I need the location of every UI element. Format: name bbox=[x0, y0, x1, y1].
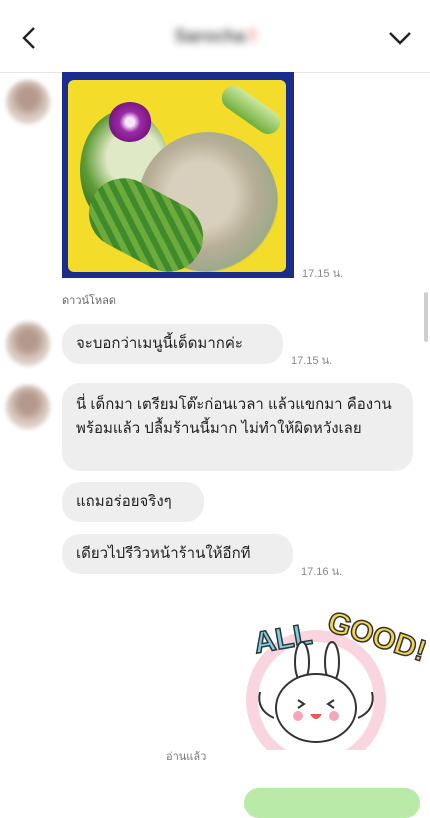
lime-slice bbox=[217, 81, 285, 139]
avatar[interactable] bbox=[6, 385, 50, 429]
chat-title: Sarocha! bbox=[0, 26, 430, 47]
own-message-bubble[interactable] bbox=[244, 788, 420, 818]
all-good-sticker[interactable]: ALL GOOD! bbox=[236, 600, 426, 750]
scrollbar[interactable] bbox=[424, 292, 428, 342]
orchid-flower bbox=[108, 102, 152, 142]
download-link[interactable]: ดาวน์โหลด bbox=[62, 291, 116, 309]
message-text: จะบอกว่าเมนูนี้เด็ดมากค่ะ bbox=[76, 335, 243, 352]
read-receipt: อ่านแล้ว bbox=[166, 751, 207, 763]
chevron-down-icon bbox=[389, 32, 411, 45]
message-text: แถมอร่อยจริงๆ bbox=[76, 493, 172, 510]
avatar[interactable] bbox=[6, 80, 50, 124]
message-bubble[interactable]: จะบอกว่าเมนูนี้เด็ดมากค่ะ bbox=[62, 324, 283, 364]
message-timestamp: 17.15 น. bbox=[291, 355, 333, 367]
contact-name: Sarocha bbox=[174, 26, 246, 46]
chat-header: Sarocha! bbox=[0, 0, 430, 73]
contact-name-suffix: ! bbox=[249, 26, 256, 46]
avatar[interactable] bbox=[6, 322, 50, 366]
message-bubble[interactable]: นี่ เด็กมา เตรียมโต๊ะก่อนเวลา แล้วแขกมา … bbox=[62, 383, 413, 471]
message-text: เดียวไปรีวิวหน้าร้านให้อีกที bbox=[76, 545, 251, 562]
photo-timestamp: 17.15 น. bbox=[302, 268, 344, 280]
photo-message[interactable] bbox=[62, 72, 294, 278]
message-timestamp: 17.16 น. bbox=[301, 566, 343, 578]
message-bubble[interactable]: แถมอร่อยจริงๆ bbox=[62, 482, 204, 522]
food-plate bbox=[68, 80, 286, 278]
message-text: นี่ เด็กมา เตรียมโต๊ะก่อนเวลา แล้วแขกมา … bbox=[76, 396, 392, 437]
message-bubble[interactable]: เดียวไปรีวิวหน้าร้านให้อีกที bbox=[62, 534, 293, 574]
menu-button[interactable] bbox=[384, 22, 416, 54]
